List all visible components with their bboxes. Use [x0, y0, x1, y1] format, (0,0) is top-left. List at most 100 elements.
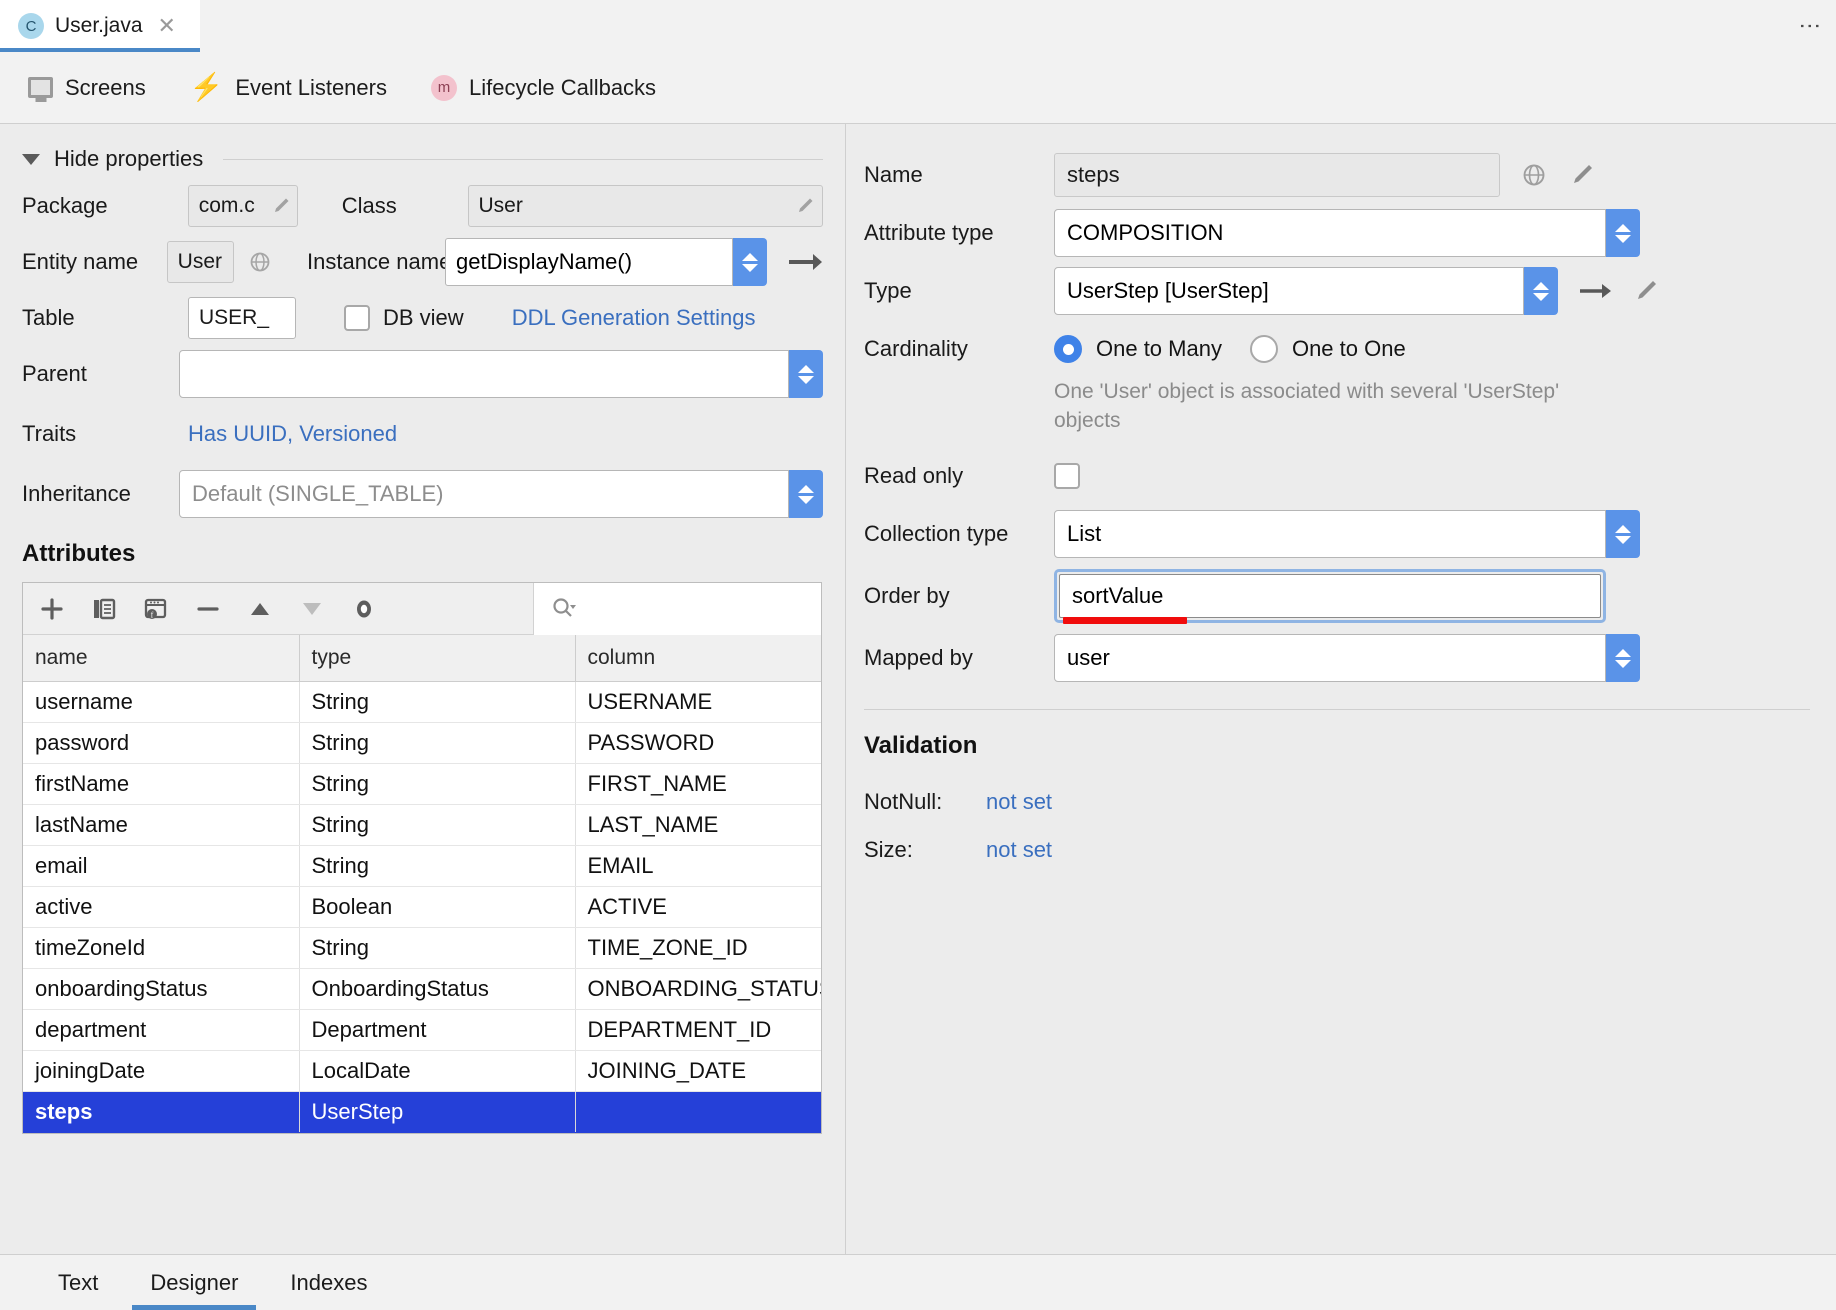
class-field[interactable]: User	[468, 185, 823, 227]
cell-name: active	[23, 887, 299, 928]
notnull-value-link[interactable]: not set	[986, 789, 1052, 815]
cell-column: TIME_ZONE_ID	[575, 928, 821, 969]
parent-combo	[179, 350, 823, 398]
inheritance-dropdown-button[interactable]	[789, 470, 823, 518]
copy-icon[interactable]	[89, 594, 119, 624]
size-value-link[interactable]: not set	[986, 837, 1052, 863]
attribute-type-dropdown-button[interactable]	[1606, 209, 1640, 257]
table-field[interactable]: USER_	[188, 297, 296, 339]
arrow-right-icon[interactable]	[787, 247, 823, 277]
attributes-table-body: usernameStringUSERNAMEpasswordStringPASS…	[23, 682, 821, 1133]
parent-field[interactable]	[179, 350, 789, 398]
toolbar-item-event-listeners[interactable]: ⚡ Event Listeners	[190, 74, 387, 101]
cell-column: ONBOARDING_STATUS	[575, 969, 821, 1010]
cardinality-one-to-many[interactable]: One to Many	[1054, 335, 1222, 363]
attributes-title: Attributes	[22, 540, 823, 568]
pencil-icon[interactable]	[1568, 161, 1596, 189]
row-order-by: Order by sortValue	[864, 563, 1810, 629]
collection-type-field[interactable]: List	[1054, 510, 1606, 558]
chevron-up-icon	[1533, 282, 1549, 290]
tab-bar-spacer	[200, 0, 1785, 52]
table-row[interactable]: usernameStringUSERNAME	[23, 682, 821, 723]
table-row[interactable]: onboardingStatusOnboardingStatusONBOARDI…	[23, 969, 821, 1010]
cell-type: Boolean	[299, 887, 575, 928]
instance-name-dropdown-button[interactable]	[733, 238, 767, 286]
search-input[interactable]	[533, 583, 821, 635]
cardinality-one-to-one[interactable]: One to One	[1250, 335, 1406, 363]
chevron-down-icon	[1615, 235, 1631, 243]
cell-column: PASSWORD	[575, 723, 821, 764]
bottom-tab-text[interactable]: Text	[32, 1255, 124, 1310]
table-row[interactable]: activeBooleanACTIVE	[23, 887, 821, 928]
type-dropdown-button[interactable]	[1524, 267, 1558, 315]
globe-icon[interactable]	[1520, 161, 1548, 189]
row-collection-type: Collection type List	[864, 505, 1810, 563]
table-row[interactable]: joiningDateLocalDateJOINING_DATE	[23, 1051, 821, 1092]
entity-name-field[interactable]: User	[167, 241, 234, 283]
order-by-focus-ring: sortValue	[1054, 569, 1606, 623]
table-header-row: name type column	[23, 635, 821, 682]
jpa-entity-designer: C User.java ✕ ⋮ Screens ⚡ Event Listener…	[0, 0, 1836, 1310]
new-form-icon[interactable]: f	[141, 594, 171, 624]
arrow-right-icon[interactable]	[1578, 277, 1612, 305]
editor-bottom-tabs: TextDesignerIndexes	[0, 1254, 1836, 1310]
preview-eye-icon[interactable]	[349, 594, 379, 624]
read-only-checkbox[interactable]	[1054, 463, 1080, 489]
traits-link[interactable]: Has UUID, Versioned	[188, 421, 397, 447]
editor-tab-user-java[interactable]: C User.java ✕	[0, 0, 200, 52]
attribute-type-field[interactable]: COMPOSITION	[1054, 209, 1606, 257]
globe-icon[interactable]	[247, 249, 273, 275]
add-icon[interactable]	[37, 594, 67, 624]
cell-name: onboardingStatus	[23, 969, 299, 1010]
mapped-by-dropdown-button[interactable]	[1606, 634, 1640, 682]
type-field[interactable]: UserStep [UserStep]	[1054, 267, 1524, 315]
mapped-by-label: Mapped by	[864, 645, 1054, 671]
column-header-column[interactable]: column	[575, 635, 821, 682]
table-row[interactable]: timeZoneIdStringTIME_ZONE_ID	[23, 928, 821, 969]
bottom-tab-designer[interactable]: Designer	[124, 1255, 264, 1310]
cell-name: firstName	[23, 764, 299, 805]
name-actions	[1520, 161, 1596, 189]
toolbar-item-screens[interactable]: Screens	[28, 75, 146, 101]
column-header-name[interactable]: name	[23, 635, 299, 682]
radio-one-to-many[interactable]	[1054, 335, 1082, 363]
table-row[interactable]: passwordStringPASSWORD	[23, 723, 821, 764]
toolbar-item-screens-label: Screens	[65, 75, 146, 101]
row-validation-size: Size: not set	[864, 826, 1810, 874]
type-actions	[1578, 277, 1660, 305]
radio-one-to-many-label: One to Many	[1096, 336, 1222, 362]
ddl-generation-settings-link[interactable]: DDL Generation Settings	[512, 305, 756, 331]
bottom-tab-indexes[interactable]: Indexes	[264, 1255, 393, 1310]
cell-name: timeZoneId	[23, 928, 299, 969]
pencil-icon[interactable]	[270, 195, 292, 217]
more-vertical-icon[interactable]: ⋮	[1785, 0, 1836, 52]
table-row[interactable]: emailStringEMAIL	[23, 846, 821, 887]
notnull-label: NotNull:	[864, 789, 968, 815]
pencil-icon[interactable]	[794, 195, 816, 217]
toolbar-item-lifecycle-callbacks[interactable]: m Lifecycle Callbacks	[431, 75, 656, 101]
section-divider	[223, 159, 823, 160]
lightning-bolt-icon: ⚡	[190, 74, 224, 101]
mapped-by-field[interactable]: user	[1054, 634, 1606, 682]
move-down-icon[interactable]	[297, 594, 327, 624]
cell-name: lastName	[23, 805, 299, 846]
table-row[interactable]: lastNameStringLAST_NAME	[23, 805, 821, 846]
name-field[interactable]: steps	[1054, 153, 1500, 197]
instance-name-field[interactable]: getDisplayName()	[445, 238, 733, 286]
table-row[interactable]: firstNameStringFIRST_NAME	[23, 764, 821, 805]
pencil-icon[interactable]	[1632, 277, 1660, 305]
inheritance-field[interactable]: Default (SINGLE_TABLE)	[179, 470, 789, 518]
order-by-input[interactable]: sortValue	[1059, 574, 1601, 618]
column-header-type[interactable]: type	[299, 635, 575, 682]
collection-type-dropdown-button[interactable]	[1606, 510, 1640, 558]
close-icon[interactable]: ✕	[158, 15, 176, 37]
radio-one-to-one[interactable]	[1250, 335, 1278, 363]
order-by-error-underline	[1063, 617, 1187, 624]
table-row[interactable]: departmentDepartmentDEPARTMENT_ID	[23, 1010, 821, 1051]
parent-dropdown-button[interactable]	[789, 350, 823, 398]
remove-icon[interactable]	[193, 594, 223, 624]
hide-properties-toggle[interactable]: Hide properties	[22, 146, 823, 172]
table-row[interactable]: stepsUserStep	[23, 1092, 821, 1133]
db-view-checkbox[interactable]	[344, 305, 370, 331]
move-up-icon[interactable]	[245, 594, 275, 624]
